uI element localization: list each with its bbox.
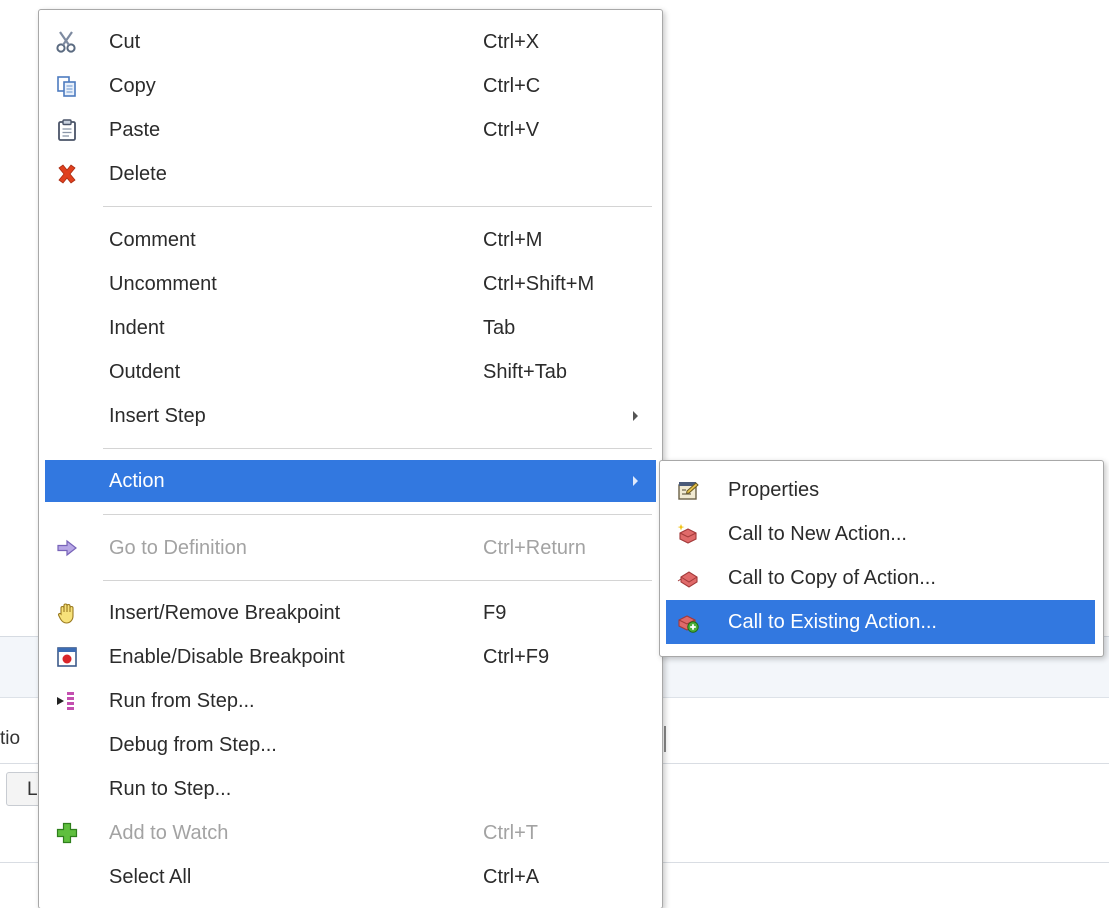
screen: tio L Cut Ctrl+X Copy Ctrl+C Paste Ctrl+… bbox=[0, 0, 1109, 908]
menu-separator bbox=[103, 580, 652, 581]
menu-item-shortcut: Ctrl+F9 bbox=[483, 646, 550, 668]
menu-item-label: Outdent bbox=[109, 361, 181, 383]
menu-item-label: Delete bbox=[109, 163, 167, 185]
menu-item-label: Action bbox=[109, 470, 165, 492]
menu-item-label: Run to Step... bbox=[109, 778, 232, 800]
scissors-icon bbox=[56, 31, 76, 53]
menu-item-shortcut: Ctrl+T bbox=[483, 822, 538, 844]
menu-item-label: Cut bbox=[109, 31, 141, 53]
submenu-item-call-to-existing-action[interactable]: Call to Existing Action... bbox=[666, 600, 1095, 644]
menu-item-action[interactable]: Action bbox=[45, 460, 656, 502]
menu-item-delete[interactable]: Delete bbox=[45, 153, 656, 195]
submenu-item-properties[interactable]: Properties bbox=[666, 468, 1095, 512]
background-column-header-fragment: tio bbox=[0, 728, 21, 749]
menu-item-shortcut: Ctrl+Return bbox=[483, 537, 586, 559]
menu-item-go-to-definition[interactable]: Go to Definition Ctrl+Return bbox=[45, 527, 656, 569]
submenu-item-call-to-copy-of-action[interactable]: Call to Copy of Action... bbox=[666, 556, 1095, 600]
menu-item-shortcut: Ctrl+V bbox=[483, 119, 540, 141]
menu-item-cut[interactable]: Cut Ctrl+X bbox=[45, 21, 656, 63]
menu-item-uncomment[interactable]: Uncomment Ctrl+Shift+M bbox=[45, 263, 656, 305]
hand-icon bbox=[57, 603, 74, 624]
submenu-arrow-icon bbox=[633, 411, 638, 421]
menu-item-label: Run from Step... bbox=[109, 690, 255, 712]
menu-item-outdent[interactable]: Outdent Shift+Tab bbox=[45, 351, 656, 393]
menu-item-label: Uncomment bbox=[109, 273, 217, 295]
menu-item-label: Call to Copy of Action... bbox=[728, 567, 936, 589]
menu-item-label: Insert Step bbox=[109, 405, 206, 427]
menu-separator bbox=[103, 514, 652, 515]
menu-separator bbox=[103, 206, 652, 207]
menu-item-label: Add to Watch bbox=[109, 822, 229, 844]
context-menu: Cut Ctrl+X Copy Ctrl+C Paste Ctrl+V Dele… bbox=[38, 9, 663, 908]
menu-item-shortcut: Shift+Tab bbox=[483, 361, 567, 383]
menu-separator bbox=[103, 448, 652, 449]
new-action-icon bbox=[677, 524, 697, 544]
menu-item-label: Go to Definition bbox=[109, 537, 247, 559]
menu-item-label: Debug from Step... bbox=[109, 734, 277, 756]
menu-item-shortcut: Ctrl+X bbox=[483, 31, 540, 53]
existing-action-icon bbox=[678, 615, 699, 633]
menu-item-comment[interactable]: Comment Ctrl+M bbox=[45, 219, 656, 261]
menu-item-shortcut: Ctrl+Shift+M bbox=[483, 273, 595, 295]
menu-item-insert-step[interactable]: Insert Step bbox=[45, 395, 656, 437]
menu-item-enable-disable-breakpoint[interactable]: Enable/Disable Breakpoint Ctrl+F9 bbox=[45, 636, 656, 678]
menu-item-indent[interactable]: Indent Tab bbox=[45, 307, 656, 349]
menu-item-run-to-step[interactable]: Run to Step... bbox=[45, 768, 656, 810]
menu-item-label: Select All bbox=[109, 866, 192, 888]
submenu-item-call-to-new-action[interactable]: Call to New Action... bbox=[666, 512, 1095, 556]
copy-action-icon bbox=[677, 571, 698, 588]
menu-item-label: Copy bbox=[109, 75, 156, 97]
red-x-icon bbox=[58, 164, 76, 184]
breakpoint-icon bbox=[57, 647, 77, 667]
menu-item-shortcut: Tab bbox=[483, 317, 516, 339]
menu-item-run-from-step[interactable]: Run from Step... bbox=[45, 680, 656, 722]
submenu-arrow-icon bbox=[633, 476, 638, 486]
copy-icon bbox=[57, 76, 76, 97]
menu-item-label: Paste bbox=[109, 119, 161, 141]
properties-icon bbox=[678, 482, 699, 500]
menu-item-shortcut: Ctrl+C bbox=[483, 75, 541, 97]
menu-item-label: Properties bbox=[728, 479, 820, 501]
menu-item-label: Call to Existing Action... bbox=[728, 611, 937, 633]
green-plus-icon bbox=[56, 822, 78, 844]
menu-item-copy[interactable]: Copy Ctrl+C bbox=[45, 65, 656, 107]
menu-item-shortcut: F9 bbox=[483, 602, 507, 624]
run-from-step-icon bbox=[57, 692, 74, 710]
menu-item-select-all[interactable]: Select All Ctrl+A bbox=[45, 856, 656, 898]
menu-item-label: Indent bbox=[109, 317, 165, 339]
menu-item-label: Comment bbox=[109, 229, 196, 251]
arrow-right-icon bbox=[57, 539, 77, 557]
action-submenu: Properties Call to New Action... Call to… bbox=[659, 460, 1104, 657]
menu-item-label: Call to New Action... bbox=[728, 523, 907, 545]
menu-item-label: Insert/Remove Breakpoint bbox=[109, 602, 341, 624]
menu-item-insert-remove-breakpoint[interactable]: Insert/Remove Breakpoint F9 bbox=[45, 592, 656, 634]
menu-item-shortcut: Ctrl+A bbox=[483, 866, 540, 888]
background-column-edge bbox=[664, 726, 666, 752]
clipboard-icon bbox=[58, 119, 76, 141]
menu-item-label: Enable/Disable Breakpoint bbox=[109, 646, 345, 668]
menu-item-shortcut: Ctrl+M bbox=[483, 229, 543, 251]
menu-item-debug-from-step[interactable]: Debug from Step... bbox=[45, 724, 656, 766]
menu-item-paste[interactable]: Paste Ctrl+V bbox=[45, 109, 656, 151]
menu-item-add-to-watch[interactable]: Add to Watch Ctrl+T bbox=[45, 812, 656, 854]
